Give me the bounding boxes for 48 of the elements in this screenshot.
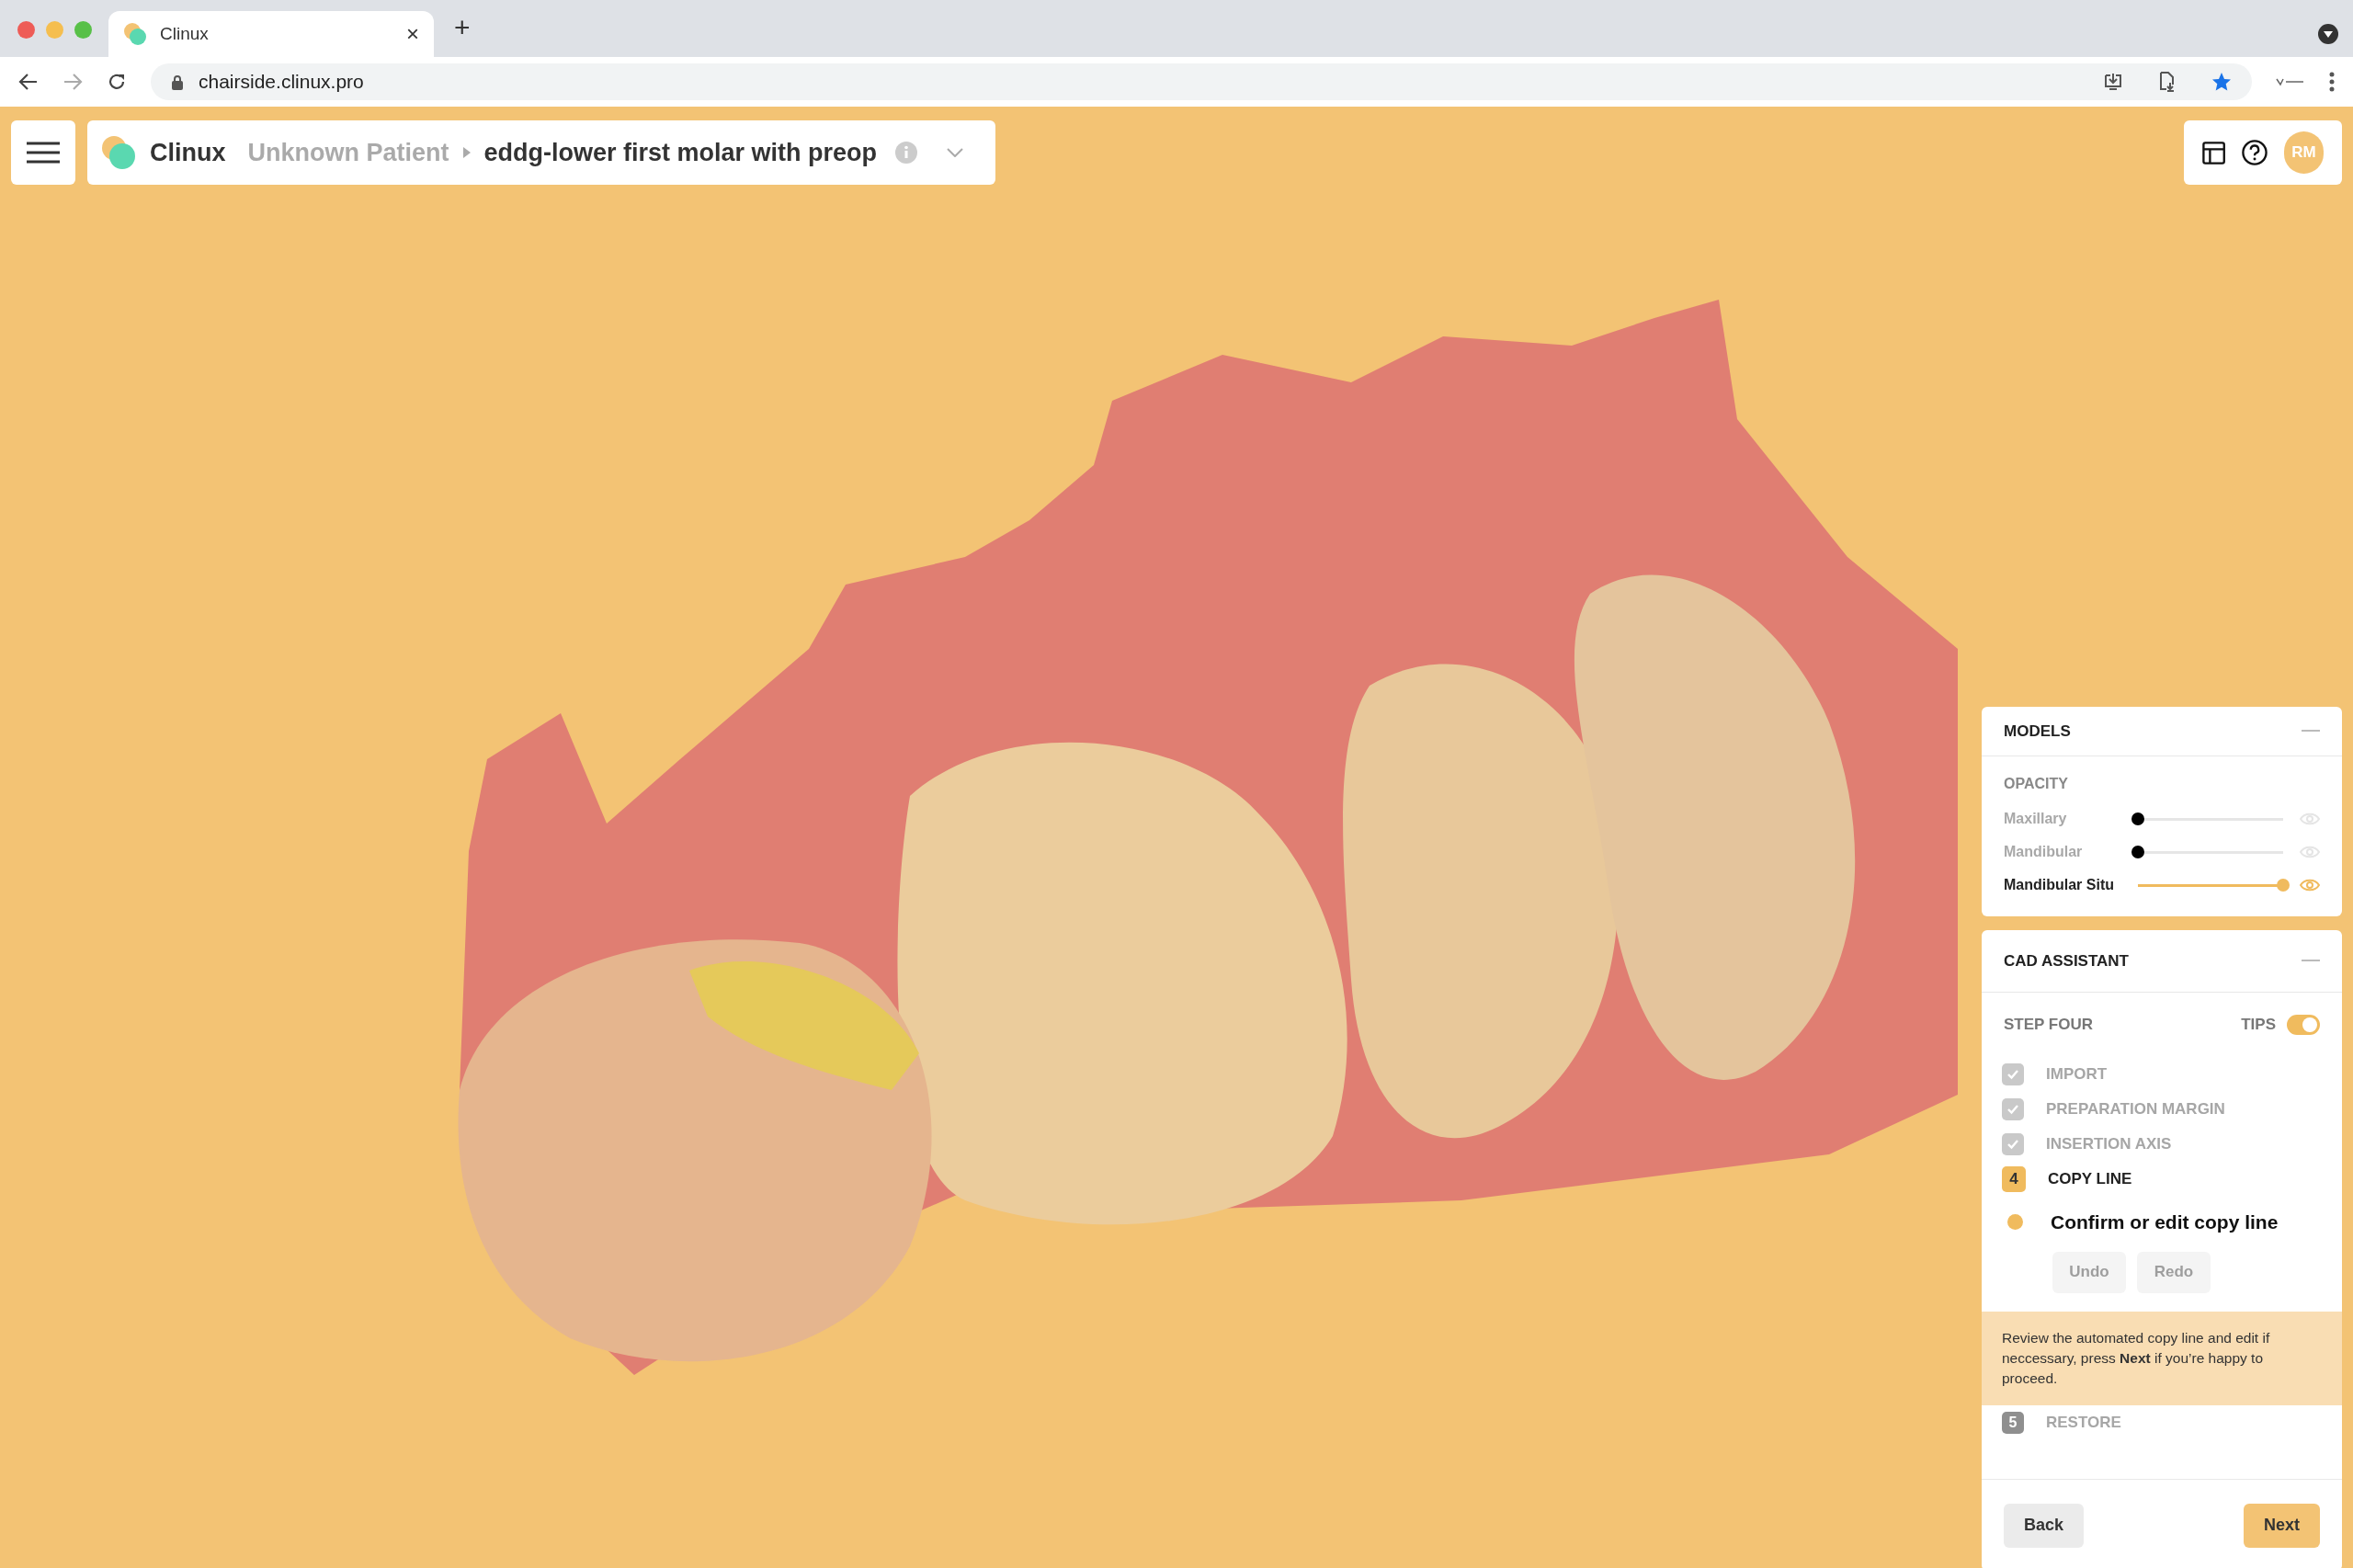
step-label: INSERTION AXIS — [2046, 1134, 2172, 1155]
close-tab-button[interactable]: × — [406, 17, 419, 51]
slider-thumb[interactable] — [2131, 846, 2145, 858]
model-name: Mandibular — [2004, 843, 2084, 861]
step-label: RESTORE — [2046, 1412, 2121, 1433]
chevron-right-icon — [461, 146, 472, 159]
tab-title: Clinux — [160, 22, 210, 45]
panel-title: MODELS — [2004, 721, 2071, 742]
slider-thumb[interactable] — [2277, 879, 2290, 892]
layout-icon[interactable] — [2202, 140, 2226, 165]
case-title: eddg-lower first molar with preop — [483, 137, 878, 168]
chevron-down-icon[interactable] — [947, 148, 964, 157]
help-icon[interactable] — [2242, 139, 2268, 166]
brand-name[interactable]: Clinux — [150, 133, 226, 172]
more-options-icon[interactable] — [2329, 72, 2335, 92]
lock-icon — [171, 74, 184, 90]
back-button[interactable]: Back — [2004, 1503, 2085, 1548]
tips-toggle[interactable] — [2287, 1015, 2320, 1035]
reload-icon[interactable] — [107, 72, 127, 92]
model-name: Maxillary — [2004, 810, 2068, 828]
url-text: chairside.clinux.pro — [199, 70, 365, 95]
panel-title: CAD ASSISTANT — [2004, 950, 2129, 971]
dropdown-icon[interactable] — [2318, 24, 2338, 44]
step-number: 4 — [2002, 1166, 2026, 1192]
logo-icon — [123, 22, 147, 46]
step-number: 5 — [2002, 1411, 2024, 1434]
browser-tab[interactable]: Clinux × — [108, 11, 434, 57]
step-label: PREPARATION MARGIN — [2046, 1099, 2225, 1120]
bookmark-star-icon[interactable] — [2211, 72, 2232, 92]
step-label: COPY LINE — [2048, 1169, 2132, 1190]
slider-thumb[interactable] — [2131, 812, 2145, 825]
download-file-icon[interactable] — [2158, 72, 2177, 92]
model-name: Mandibular Situ — [2004, 876, 2115, 894]
url-field[interactable]: chairside.clinux.pro — [151, 63, 2252, 100]
menu-icon — [27, 142, 60, 164]
tips-label: TIPS — [2241, 1015, 2276, 1036]
step-label: IMPORT — [2046, 1064, 2108, 1085]
forward-icon[interactable] — [63, 73, 83, 91]
menu-button[interactable] — [11, 120, 75, 185]
section-label: OPACITY — [2004, 775, 2069, 793]
back-icon[interactable] — [18, 73, 39, 91]
next-button[interactable]: Next — [2244, 1503, 2320, 1548]
logo-icon — [100, 134, 137, 171]
step-indicator: STEP FOUR — [2004, 1015, 2093, 1036]
install-icon[interactable] — [2103, 72, 2123, 92]
tip-text: Review the automated copy line and edit if neccessary, press Next if you’re happy to proceed. — [2002, 1329, 2270, 1386]
new-tab-button[interactable]: + — [454, 6, 471, 48]
task-title: Confirm or edit copy line — [2051, 1210, 2279, 1234]
